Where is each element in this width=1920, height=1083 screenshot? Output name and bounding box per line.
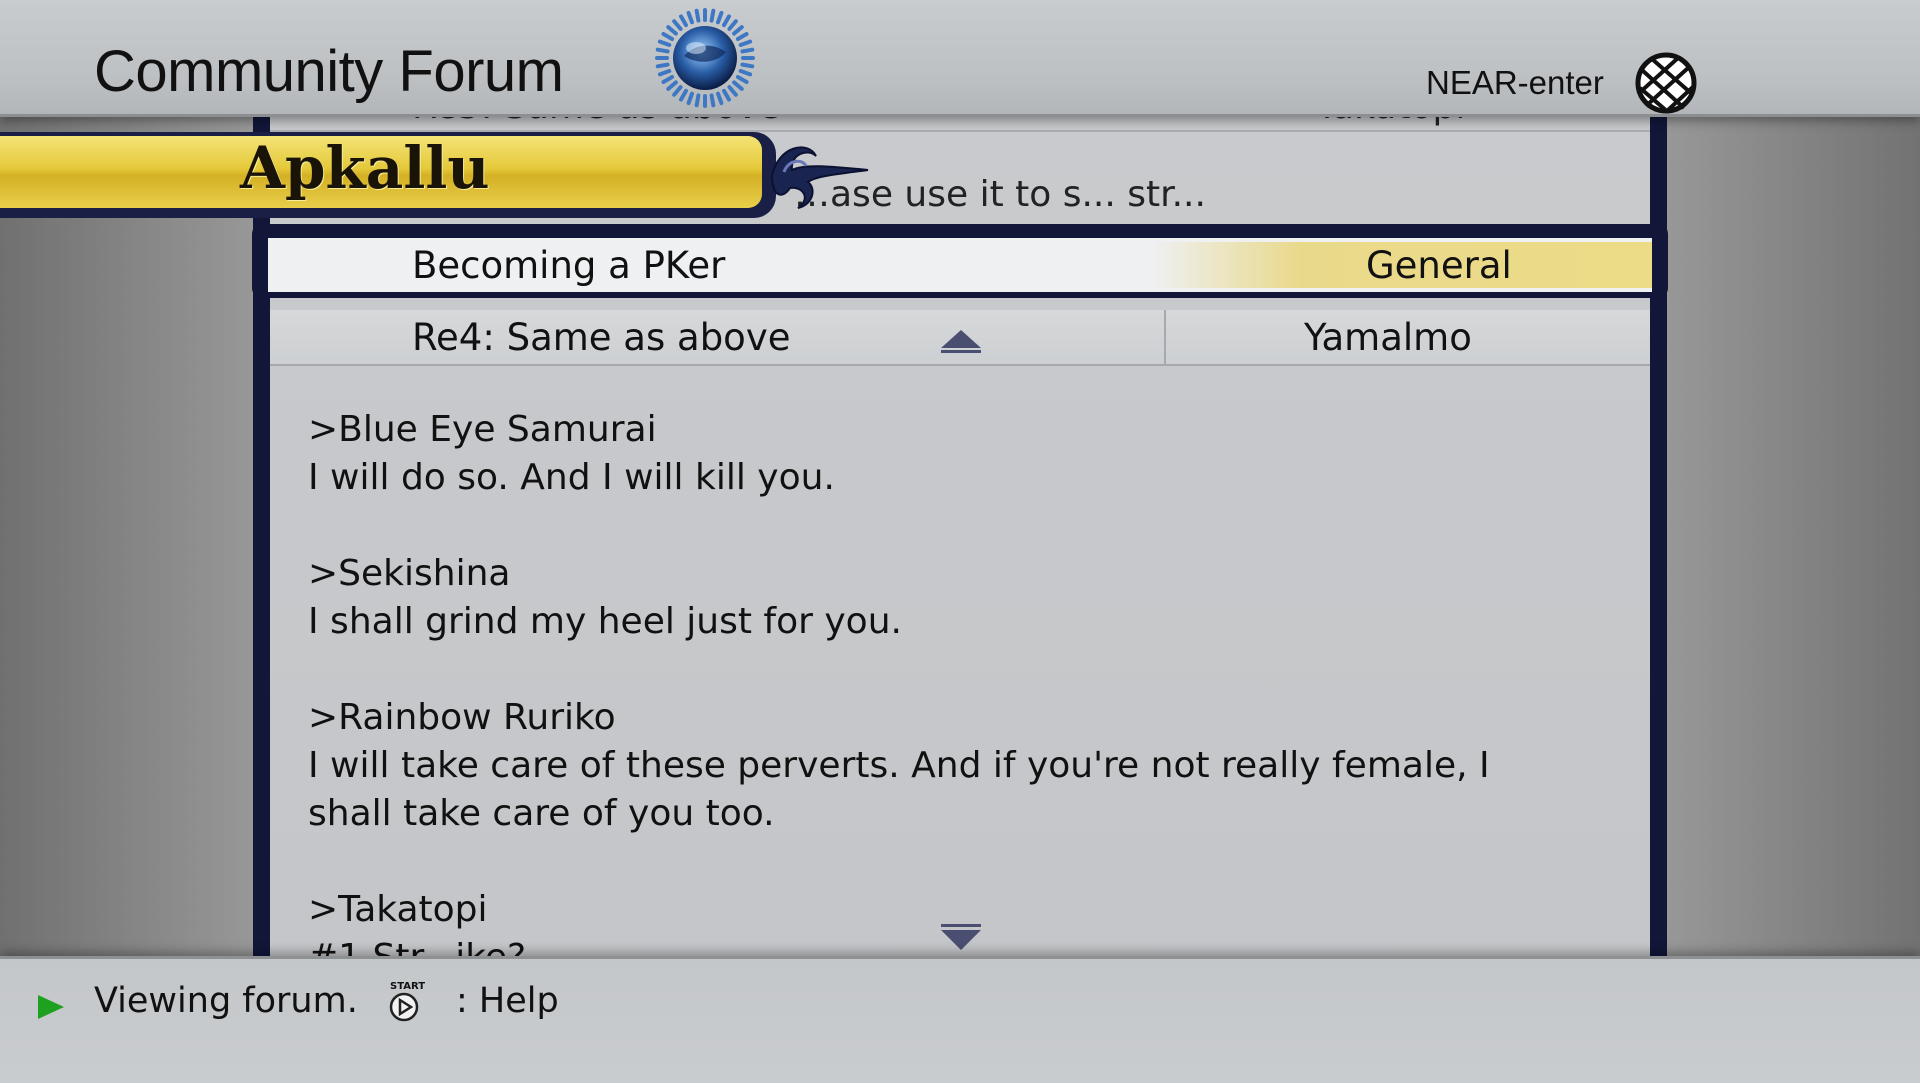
scroll-up-arrow-icon[interactable] xyxy=(938,328,984,354)
board-name: Becoming a PKer xyxy=(412,244,726,287)
svg-text:START: START xyxy=(390,981,425,992)
post-text: I will take care of these perverts. And … xyxy=(308,745,1490,834)
board-category: General xyxy=(1366,244,1512,287)
network-sphere-icon xyxy=(1635,52,1697,114)
help-hint: : Help xyxy=(456,981,559,1021)
spinning-globe-icon xyxy=(655,8,755,108)
thread-row[interactable]: Re4: Same as above Yamalmo xyxy=(270,310,1650,366)
post-text: I shall grind my heel just for you. xyxy=(308,601,902,642)
network-status: NEAR-enter xyxy=(1426,64,1604,101)
page-title: Community Forum xyxy=(94,39,564,104)
thread-author: Yamalmo xyxy=(1304,316,1472,359)
start-button-icon: START xyxy=(389,981,425,1022)
post-block: >Takatopi #1 Str...ike? xyxy=(308,886,1538,956)
post-text: I will do so. And I will kill you. xyxy=(308,457,835,498)
post-block: >Rainbow Ruriko I will take care of thes… xyxy=(308,694,1538,838)
scroll-down-arrow-icon[interactable] xyxy=(938,922,984,952)
user-name-banner: Apkallu xyxy=(0,126,869,218)
post-content[interactable]: >Blue Eye Samurai I will do so. And I wi… xyxy=(308,406,1538,956)
post-block: >Sekishina I shall grind my heel just fo… xyxy=(308,550,1538,646)
post-block: >Blue Eye Samurai I will do so. And I wi… xyxy=(308,406,1538,502)
post-text: #1 Str...ike? xyxy=(308,934,1538,956)
board-row[interactable]: Becoming a PKer General xyxy=(268,238,1652,292)
fleur-ornament-icon xyxy=(770,146,869,209)
thread-title: Re4: Same as above xyxy=(412,316,791,359)
column-divider xyxy=(1164,310,1166,364)
quote-name: >Sekishina xyxy=(308,553,511,594)
quote-name: >Blue Eye Samurai xyxy=(308,409,657,450)
status-text: Viewing forum. xyxy=(94,981,358,1021)
play-indicator-icon xyxy=(38,995,64,1019)
footer-bar: Viewing forum. START : Help xyxy=(0,956,1920,1083)
quote-name: >Takatopi xyxy=(308,889,488,930)
user-name: Apkallu xyxy=(240,134,490,202)
quote-name: >Rainbow Ruriko xyxy=(308,697,616,738)
header-bar: Community Forum NEAR-enter xyxy=(0,0,1920,117)
